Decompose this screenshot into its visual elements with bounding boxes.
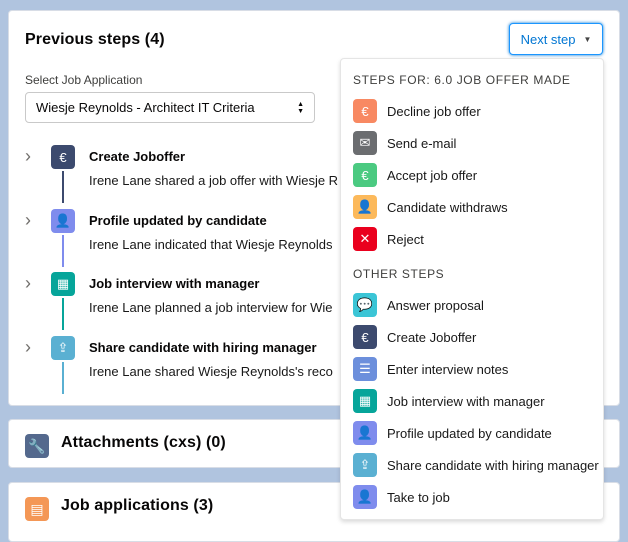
menu-item-enter-interview-notes[interactable]: ☰ Enter interview notes — [341, 353, 603, 385]
menu-item-share-candidate[interactable]: ⇪ Share candidate with hiring manager — [341, 449, 603, 481]
person-check-icon: 👤 — [51, 209, 75, 233]
email-icon: ✉ — [353, 131, 377, 155]
next-step-label: Next step — [520, 31, 576, 47]
menu-item-create-joboffer[interactable]: € Create Joboffer — [341, 321, 603, 353]
section-header-other-steps: Other steps — [353, 267, 445, 281]
euro-icon: € — [51, 145, 75, 169]
section-header-job-offer-made: Steps for: 6.0 Job offer made — [353, 73, 571, 87]
menu-item-label: Share candidate with hiring manager — [387, 458, 599, 473]
job-applications-title[interactable]: Job applications (3) — [61, 497, 213, 515]
chevron-right-icon[interactable]: › — [25, 147, 31, 165]
timeline-item-desc: Irene Lane indicated that Wiesje Reynold… — [89, 237, 333, 252]
menu-item-send-email[interactable]: ✉ Send e-mail — [341, 127, 603, 159]
x-icon: ✕ — [353, 227, 377, 251]
menu-item-job-interview-with-manager[interactable]: ▦ Job interview with manager — [341, 385, 603, 417]
menu-item-label: Decline job offer — [387, 104, 481, 119]
attachments-title[interactable]: Attachments (cxs) (0) — [61, 434, 226, 452]
timeline-connector — [62, 298, 64, 330]
timeline-connector — [62, 235, 64, 267]
wrench-icon: 🔧 — [25, 434, 49, 458]
caret-down-icon: ▼ — [583, 34, 592, 44]
menu-item-label: Send e-mail — [387, 136, 457, 151]
person-check-icon: 👤 — [353, 421, 377, 445]
chat-icon: 💬 — [353, 293, 377, 317]
job-application-select[interactable]: Wiesje Reynolds - Architect IT Criteria … — [25, 92, 315, 123]
chevron-right-icon[interactable]: › — [25, 338, 31, 356]
menu-item-label: Profile updated by candidate — [387, 426, 552, 441]
timeline-item-title: Share candidate with hiring manager — [89, 340, 317, 355]
timeline-item-title: Create Joboffer — [89, 149, 186, 164]
timeline-connector — [62, 362, 64, 394]
menu-item-accept-job-offer[interactable]: € Accept job offer — [341, 159, 603, 191]
menu-item-label: Answer proposal — [387, 298, 484, 313]
select-job-application-label: Select Job Application — [25, 73, 143, 87]
chevron-right-icon[interactable]: › — [25, 274, 31, 292]
timeline-item-title: Job interview with manager — [89, 276, 260, 291]
next-step-button[interactable]: Next step ▼ — [509, 23, 603, 55]
menu-item-label: Reject — [387, 232, 424, 247]
menu-item-label: Job interview with manager — [387, 394, 545, 409]
document-icon: ▤ — [25, 497, 49, 521]
menu-item-label: Accept job offer — [387, 168, 478, 183]
share-person-icon: ⇪ — [51, 336, 75, 360]
euro-icon: € — [353, 325, 377, 349]
calendar-icon: ▦ — [353, 389, 377, 413]
menu-item-label: Create Joboffer — [387, 330, 477, 345]
menu-item-label: Enter interview notes — [387, 362, 509, 377]
person-icon: 👤 — [353, 195, 377, 219]
chevron-right-icon[interactable]: › — [25, 211, 31, 229]
share-person-icon: ⇪ — [353, 453, 377, 477]
timeline-item-desc: Irene Lane shared a job offer with Wiesj… — [89, 173, 339, 188]
menu-item-label: Candidate withdraws — [387, 200, 508, 215]
person-check-icon: 👤 — [353, 485, 377, 509]
next-step-dropdown: Steps for: 6.0 Job offer made € Decline … — [340, 58, 604, 520]
euro-check-icon: € — [353, 163, 377, 187]
notes-icon: ☰ — [353, 357, 377, 381]
menu-item-answer-proposal[interactable]: 💬 Answer proposal — [341, 289, 603, 321]
job-application-select-value: Wiesje Reynolds - Architect IT Criteria — [36, 100, 255, 115]
menu-item-label: Take to job — [387, 490, 450, 505]
menu-item-decline-job-offer[interactable]: € Decline job offer — [341, 95, 603, 127]
calendar-icon: ▦ — [51, 272, 75, 296]
timeline-item-title: Profile updated by candidate — [89, 213, 267, 228]
menu-item-reject[interactable]: ✕ Reject — [341, 223, 603, 255]
timeline-item-desc: Irene Lane planned a job interview for W… — [89, 300, 333, 315]
timeline-item-desc: Irene Lane shared Wiesje Reynolds's reco — [89, 364, 333, 379]
menu-item-take-to-job[interactable]: 👤 Take to job — [341, 481, 603, 513]
timeline-connector — [62, 171, 64, 203]
menu-item-profile-updated-by-candidate[interactable]: 👤 Profile updated by candidate — [341, 417, 603, 449]
menu-item-candidate-withdraws[interactable]: 👤 Candidate withdraws — [341, 191, 603, 223]
euro-x-icon: € — [353, 99, 377, 123]
select-updown-icon: ▲ ▼ — [297, 100, 304, 115]
previous-steps-title: Previous steps (4) — [25, 31, 165, 48]
